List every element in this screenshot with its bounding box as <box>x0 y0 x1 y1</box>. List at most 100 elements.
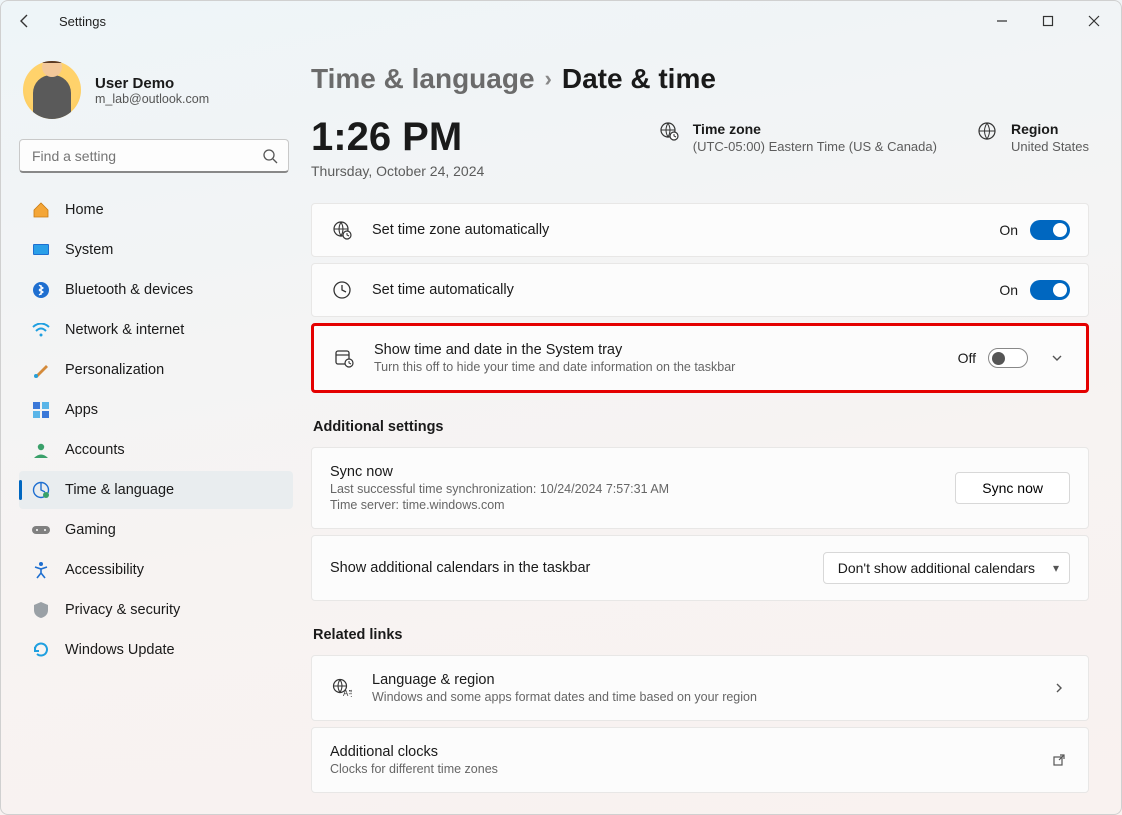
current-date: Thursday, October 24, 2024 <box>311 163 484 179</box>
apps-icon <box>31 400 51 420</box>
timezone-label: Time zone <box>693 121 937 137</box>
nav-label: Time & language <box>65 482 174 498</box>
brush-icon <box>31 360 51 380</box>
close-button[interactable] <box>1071 5 1117 37</box>
nav-personalization[interactable]: Personalization <box>19 351 293 389</box>
nav-apps[interactable]: Apps <box>19 391 293 429</box>
card-auto-time[interactable]: Set time automatically On <box>311 263 1089 317</box>
nav-label: Accounts <box>65 442 125 458</box>
language-icon: A字 <box>330 678 354 698</box>
nav-label: Bluetooth & devices <box>65 282 193 298</box>
shield-icon <box>31 600 51 620</box>
globe-clock-icon <box>31 480 51 500</box>
toggle-auto-time[interactable] <box>1030 280 1070 300</box>
region-label: Region <box>1011 121 1089 137</box>
nav-home[interactable]: Home <box>19 191 293 229</box>
card-description: Windows and some apps format dates and t… <box>372 690 1030 704</box>
back-button[interactable] <box>17 13 41 29</box>
nav-system[interactable]: System <box>19 231 293 269</box>
nav-label: Gaming <box>65 522 116 538</box>
nav-label: Personalization <box>65 362 164 378</box>
calendars-select[interactable]: Don't show additional calendars <box>823 552 1070 584</box>
search-icon <box>262 148 278 164</box>
open-link-icon <box>1048 753 1070 767</box>
nav-label: Windows Update <box>65 642 175 658</box>
search-input[interactable] <box>30 147 262 165</box>
user-profile[interactable]: User Demo m_lab@outlook.com <box>23 61 289 119</box>
nav-accessibility[interactable]: Accessibility <box>19 551 293 589</box>
card-system-tray-time[interactable]: Show time and date in the System tray Tu… <box>311 323 1089 393</box>
nav-label: Accessibility <box>65 562 144 578</box>
current-time: 1:26 PM <box>311 117 484 157</box>
chevron-right-icon <box>1048 681 1070 695</box>
sync-server: Time server: time.windows.com <box>330 498 937 512</box>
toggle-state: On <box>999 222 1018 238</box>
section-related: Related links <box>313 627 1089 643</box>
card-title: Additional clocks <box>330 744 1030 760</box>
sync-last: Last successful time synchronization: 10… <box>330 482 937 496</box>
breadcrumb-parent[interactable]: Time & language <box>311 63 535 95</box>
card-title: Set time zone automatically <box>372 222 981 238</box>
card-title: Set time automatically <box>372 282 981 298</box>
timezone-info: Time zone (UTC-05:00) Eastern Time (US &… <box>659 121 937 154</box>
toggle-tray-time[interactable] <box>988 348 1028 368</box>
nav-label: Apps <box>65 402 98 418</box>
nav-label: Network & internet <box>65 322 184 338</box>
update-icon <box>31 640 51 660</box>
window-title: Settings <box>59 14 979 29</box>
user-email: m_lab@outlook.com <box>95 92 209 106</box>
toggle-state: On <box>999 282 1018 298</box>
nav-time-language[interactable]: Time & language <box>19 471 293 509</box>
nav-windows-update[interactable]: Windows Update <box>19 631 293 669</box>
user-name: User Demo <box>95 75 209 92</box>
select-value: Don't show additional calendars <box>838 560 1035 576</box>
toggle-state: Off <box>958 350 976 366</box>
globe-clock-icon <box>330 220 354 240</box>
region-value: United States <box>1011 139 1089 154</box>
card-description: Clocks for different time zones <box>330 762 1030 776</box>
breadcrumb-current: Date & time <box>562 63 716 95</box>
nav-label: Home <box>65 202 104 218</box>
nav-gaming[interactable]: Gaming <box>19 511 293 549</box>
timezone-value: (UTC-05:00) Eastern Time (US & Canada) <box>693 139 937 154</box>
svg-text:A字: A字 <box>343 688 352 698</box>
avatar <box>23 61 81 119</box>
accessibility-icon <box>31 560 51 580</box>
card-additional-clocks[interactable]: Additional clocks Clocks for different t… <box>311 727 1089 793</box>
clock-icon <box>330 280 354 300</box>
calendars-title: Show additional calendars in the taskbar <box>330 560 805 576</box>
wifi-icon <box>31 320 51 340</box>
nav-network[interactable]: Network & internet <box>19 311 293 349</box>
nav-bluetooth[interactable]: Bluetooth & devices <box>19 271 293 309</box>
nav-label: Privacy & security <box>65 602 180 618</box>
card-additional-calendars: Show additional calendars in the taskbar… <box>311 535 1089 601</box>
minimize-button[interactable] <box>979 5 1025 37</box>
card-title: Language & region <box>372 672 1030 688</box>
breadcrumb: Time & language › Date & time <box>311 63 1089 95</box>
chevron-right-icon: › <box>545 66 552 92</box>
card-description: Turn this off to hide your time and date… <box>374 360 940 374</box>
maximize-button[interactable] <box>1025 5 1071 37</box>
globe-clock-icon <box>659 121 679 141</box>
bluetooth-icon <box>31 280 51 300</box>
nav-privacy[interactable]: Privacy & security <box>19 591 293 629</box>
home-icon <box>31 200 51 220</box>
section-additional: Additional settings <box>313 419 1089 435</box>
globe-icon <box>977 121 997 141</box>
person-icon <box>31 440 51 460</box>
gamepad-icon <box>31 520 51 540</box>
toggle-auto-timezone[interactable] <box>1030 220 1070 240</box>
card-language-region[interactable]: A字 Language & region Windows and some ap… <box>311 655 1089 721</box>
expand-button[interactable] <box>1046 351 1068 365</box>
sync-title: Sync now <box>330 464 937 480</box>
nav-accounts[interactable]: Accounts <box>19 431 293 469</box>
card-title: Show time and date in the System tray <box>374 342 940 358</box>
calendar-clock-icon <box>332 348 356 368</box>
card-sync-now: Sync now Last successful time synchroniz… <box>311 447 1089 529</box>
nav-label: System <box>65 242 113 258</box>
region-info: Region United States <box>977 121 1089 154</box>
search-box[interactable] <box>19 139 289 173</box>
system-icon <box>31 240 51 260</box>
card-auto-timezone[interactable]: Set time zone automatically On <box>311 203 1089 257</box>
sync-now-button[interactable]: Sync now <box>955 472 1070 504</box>
